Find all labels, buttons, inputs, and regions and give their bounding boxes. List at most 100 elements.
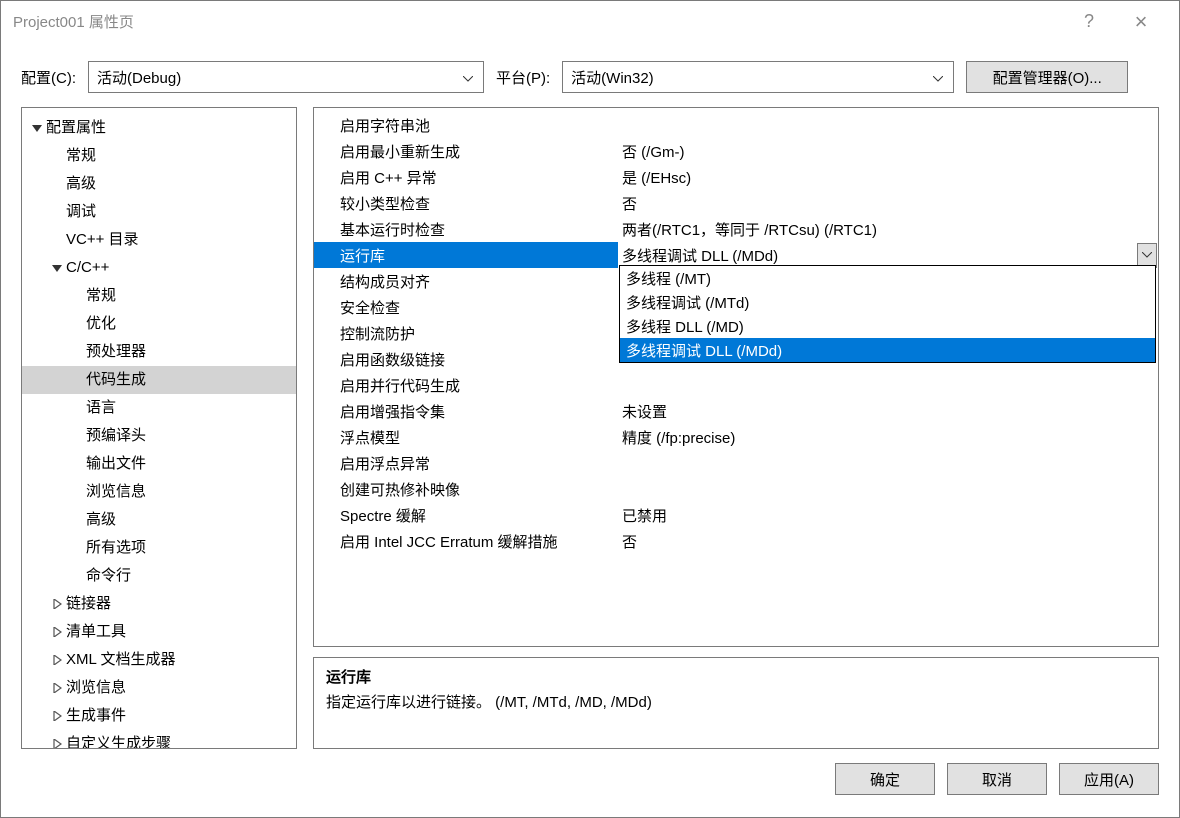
- tree-item[interactable]: 输出文件: [22, 450, 296, 478]
- property-name: 启用字符串池: [314, 112, 618, 138]
- tree-item-label: 预编译头: [86, 424, 146, 448]
- tree-item-label: 所有选项: [86, 536, 146, 560]
- property-name: 控制流防护: [314, 320, 618, 346]
- tree-item-label: 链接器: [66, 592, 111, 616]
- property-value[interactable]: 已禁用: [618, 502, 1158, 528]
- tree-item-label: 高级: [86, 508, 116, 532]
- tree-twisty: [50, 739, 64, 749]
- property-name: 启用增强指令集: [314, 398, 618, 424]
- property-row[interactable]: 创建可热修补映像: [314, 476, 1158, 502]
- property-row[interactable]: 启用浮点异常: [314, 450, 1158, 476]
- platform-label: 平台(P):: [496, 67, 550, 88]
- property-value[interactable]: [618, 450, 1158, 476]
- config-value: 活动(Debug): [97, 67, 461, 88]
- main-area: 配置属性常规高级调试VC++ 目录C/C++常规优化预处理器代码生成语言预编译头…: [1, 107, 1179, 749]
- tree-item[interactable]: 浏览信息: [22, 674, 296, 702]
- dropdown-item[interactable]: 多线程调试 DLL (/MDd): [620, 338, 1155, 362]
- tree-item-label: 常规: [66, 144, 96, 168]
- property-row[interactable]: 启用 C++ 异常是 (/EHsc): [314, 164, 1158, 190]
- tree-twisty: [50, 711, 64, 721]
- ok-button[interactable]: 确定: [835, 763, 935, 795]
- close-button[interactable]: ×: [1115, 1, 1167, 43]
- property-grid[interactable]: 启用字符串池启用最小重新生成否 (/Gm-)启用 C++ 异常是 (/EHsc)…: [313, 107, 1159, 647]
- runtime-library-dropdown[interactable]: 多线程 (/MT)多线程调试 (/MTd)多线程 DLL (/MD)多线程调试 …: [619, 265, 1156, 363]
- property-row[interactable]: Spectre 缓解已禁用: [314, 502, 1158, 528]
- property-value[interactable]: 未设置: [618, 398, 1158, 424]
- tree-item[interactable]: 清单工具: [22, 618, 296, 646]
- tree-item[interactable]: 高级: [22, 506, 296, 534]
- property-value[interactable]: 否 (/Gm-): [618, 138, 1158, 164]
- property-value[interactable]: 精度 (/fp:precise): [618, 424, 1158, 450]
- config-manager-button[interactable]: 配置管理器(O)...: [966, 61, 1128, 93]
- property-value[interactable]: 否: [618, 190, 1158, 216]
- property-value[interactable]: 是 (/EHsc): [618, 164, 1158, 190]
- tree-item[interactable]: XML 文档生成器: [22, 646, 296, 674]
- property-name: Spectre 缓解: [314, 502, 618, 528]
- tree-item[interactable]: 浏览信息: [22, 478, 296, 506]
- tree-item[interactable]: 常规: [22, 142, 296, 170]
- property-value[interactable]: 两者(/RTC1，等同于 /RTCsu) (/RTC1): [618, 216, 1158, 242]
- tree-item-label: XML 文档生成器: [66, 648, 175, 672]
- tree-item[interactable]: 常规: [22, 282, 296, 310]
- help-button[interactable]: ?: [1063, 1, 1115, 43]
- property-name: 启用 C++ 异常: [314, 164, 618, 190]
- tree-item[interactable]: 命令行: [22, 562, 296, 590]
- property-value[interactable]: [618, 476, 1158, 502]
- tree-item-label: 生成事件: [66, 704, 126, 728]
- dropdown-button[interactable]: [1137, 243, 1157, 268]
- property-name: 启用最小重新生成: [314, 138, 618, 164]
- tree-item-label: 优化: [86, 312, 116, 336]
- tree-item-label: 自定义生成步骤: [66, 732, 171, 749]
- tree-item[interactable]: C/C++: [22, 254, 296, 282]
- property-value[interactable]: [618, 112, 1158, 138]
- property-row[interactable]: 较小类型检查否: [314, 190, 1158, 216]
- property-value[interactable]: [618, 372, 1158, 398]
- tree-twisty: [50, 655, 64, 665]
- dropdown-item[interactable]: 多线程调试 (/MTd): [620, 290, 1155, 314]
- property-value[interactable]: 否: [618, 528, 1158, 554]
- tree-item[interactable]: 所有选项: [22, 534, 296, 562]
- property-name: 启用 Intel JCC Erratum 缓解措施: [314, 528, 618, 554]
- property-row[interactable]: 浮点模型精度 (/fp:precise): [314, 424, 1158, 450]
- property-row[interactable]: 启用最小重新生成否 (/Gm-): [314, 138, 1158, 164]
- tree-item[interactable]: 自定义生成步骤: [22, 730, 296, 749]
- tree-item[interactable]: 代码生成: [22, 366, 296, 394]
- property-row[interactable]: 基本运行时检查两者(/RTC1，等同于 /RTCsu) (/RTC1): [314, 216, 1158, 242]
- tree-item[interactable]: 优化: [22, 310, 296, 338]
- description-panel: 运行库 指定运行库以进行链接。 (/MT, /MTd, /MD, /MDd): [313, 657, 1159, 749]
- tree-item[interactable]: VC++ 目录: [22, 226, 296, 254]
- right-column: 启用字符串池启用最小重新生成否 (/Gm-)启用 C++ 异常是 (/EHsc)…: [313, 107, 1159, 749]
- platform-combo[interactable]: 活动(Win32): [562, 61, 954, 93]
- property-row[interactable]: 启用字符串池: [314, 112, 1158, 138]
- apply-button[interactable]: 应用(A): [1059, 763, 1159, 795]
- property-name: 基本运行时检查: [314, 216, 618, 242]
- config-combo[interactable]: 活动(Debug): [88, 61, 484, 93]
- tree-item-label: VC++ 目录: [66, 228, 139, 252]
- property-row[interactable]: 启用 Intel JCC Erratum 缓解措施否: [314, 528, 1158, 554]
- tree-item[interactable]: 调试: [22, 198, 296, 226]
- chevron-down-icon: [931, 69, 945, 86]
- window-title: Project001 属性页: [13, 11, 1063, 32]
- tree-panel[interactable]: 配置属性常规高级调试VC++ 目录C/C++常规优化预处理器代码生成语言预编译头…: [21, 107, 297, 749]
- tree-item-label: C/C++: [66, 256, 109, 280]
- dropdown-item[interactable]: 多线程 (/MT): [620, 266, 1155, 290]
- tree-item[interactable]: 配置属性: [22, 114, 296, 142]
- tree-item-label: 代码生成: [86, 368, 146, 392]
- chevron-down-icon: [461, 69, 475, 86]
- tree-item-label: 浏览信息: [86, 480, 146, 504]
- tree-item[interactable]: 生成事件: [22, 702, 296, 730]
- property-row[interactable]: 启用并行代码生成: [314, 372, 1158, 398]
- tree-item-label: 浏览信息: [66, 676, 126, 700]
- property-name: 启用并行代码生成: [314, 372, 618, 398]
- tree-item[interactable]: 预编译头: [22, 422, 296, 450]
- tree-item[interactable]: 语言: [22, 394, 296, 422]
- cancel-button[interactable]: 取消: [947, 763, 1047, 795]
- tree-item[interactable]: 链接器: [22, 590, 296, 618]
- platform-value: 活动(Win32): [571, 67, 931, 88]
- tree-item[interactable]: 预处理器: [22, 338, 296, 366]
- dropdown-item[interactable]: 多线程 DLL (/MD): [620, 314, 1155, 338]
- property-name: 结构成员对齐: [314, 268, 618, 294]
- tree-item[interactable]: 高级: [22, 170, 296, 198]
- property-row[interactable]: 启用增强指令集未设置: [314, 398, 1158, 424]
- description-body: 指定运行库以进行链接。 (/MT, /MTd, /MD, /MDd): [326, 691, 1146, 712]
